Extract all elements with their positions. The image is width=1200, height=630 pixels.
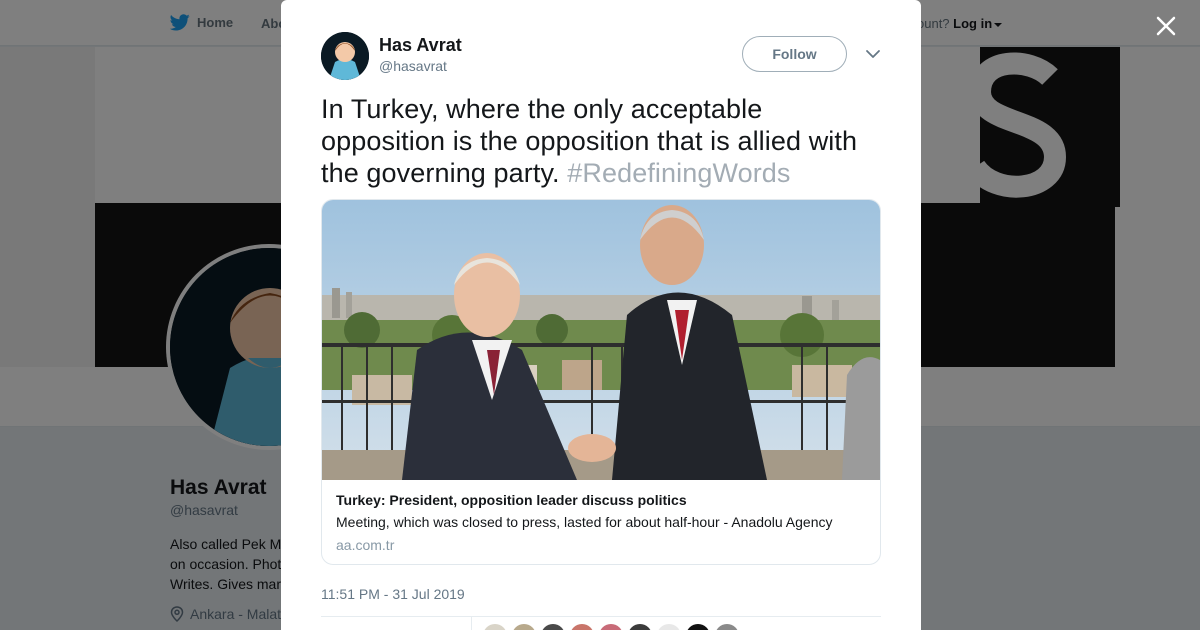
liker-avatar[interactable] xyxy=(628,624,652,630)
card-domain: aa.com.tr xyxy=(336,537,395,553)
liker-avatar[interactable] xyxy=(570,624,594,630)
tweet-author-name[interactable]: Has Avrat xyxy=(379,35,462,56)
tweet-text: In Turkey, where the only acceptable opp… xyxy=(321,93,881,189)
tweet-hashtag[interactable]: #RedefiningWords xyxy=(567,158,790,188)
tweet-timestamp[interactable]: 11:51 PM - 31 Jul 2019 xyxy=(321,586,465,602)
link-preview-card[interactable]: Turkey: President, opposition leader dis… xyxy=(321,199,881,565)
tweet-author-handle[interactable]: @hasavrat xyxy=(379,58,447,74)
card-image xyxy=(322,200,880,480)
divider xyxy=(471,617,472,630)
card-photo xyxy=(322,200,880,480)
card-title: Turkey: President, opposition leader dis… xyxy=(336,492,687,508)
liker-avatar[interactable] xyxy=(686,624,710,630)
liker-avatar[interactable] xyxy=(483,624,507,630)
avatar-illustration xyxy=(321,32,369,80)
liker-avatar[interactable] xyxy=(541,624,565,630)
follow-button[interactable]: Follow xyxy=(742,36,847,72)
tweet-modal: Has Avrat @hasavrat Follow In Turkey, wh… xyxy=(281,0,921,630)
liker-avatar[interactable] xyxy=(512,624,536,630)
liker-avatar[interactable] xyxy=(715,624,739,630)
liker-avatar[interactable] xyxy=(599,624,623,630)
divider xyxy=(321,616,881,617)
close-icon[interactable] xyxy=(1152,12,1180,40)
tweet-author-avatar[interactable] xyxy=(321,32,369,80)
chevron-down-icon[interactable] xyxy=(865,47,881,61)
liker-avatars xyxy=(483,624,739,630)
liker-avatar[interactable] xyxy=(657,624,681,630)
card-description: Meeting, which was closed to press, last… xyxy=(336,514,833,530)
